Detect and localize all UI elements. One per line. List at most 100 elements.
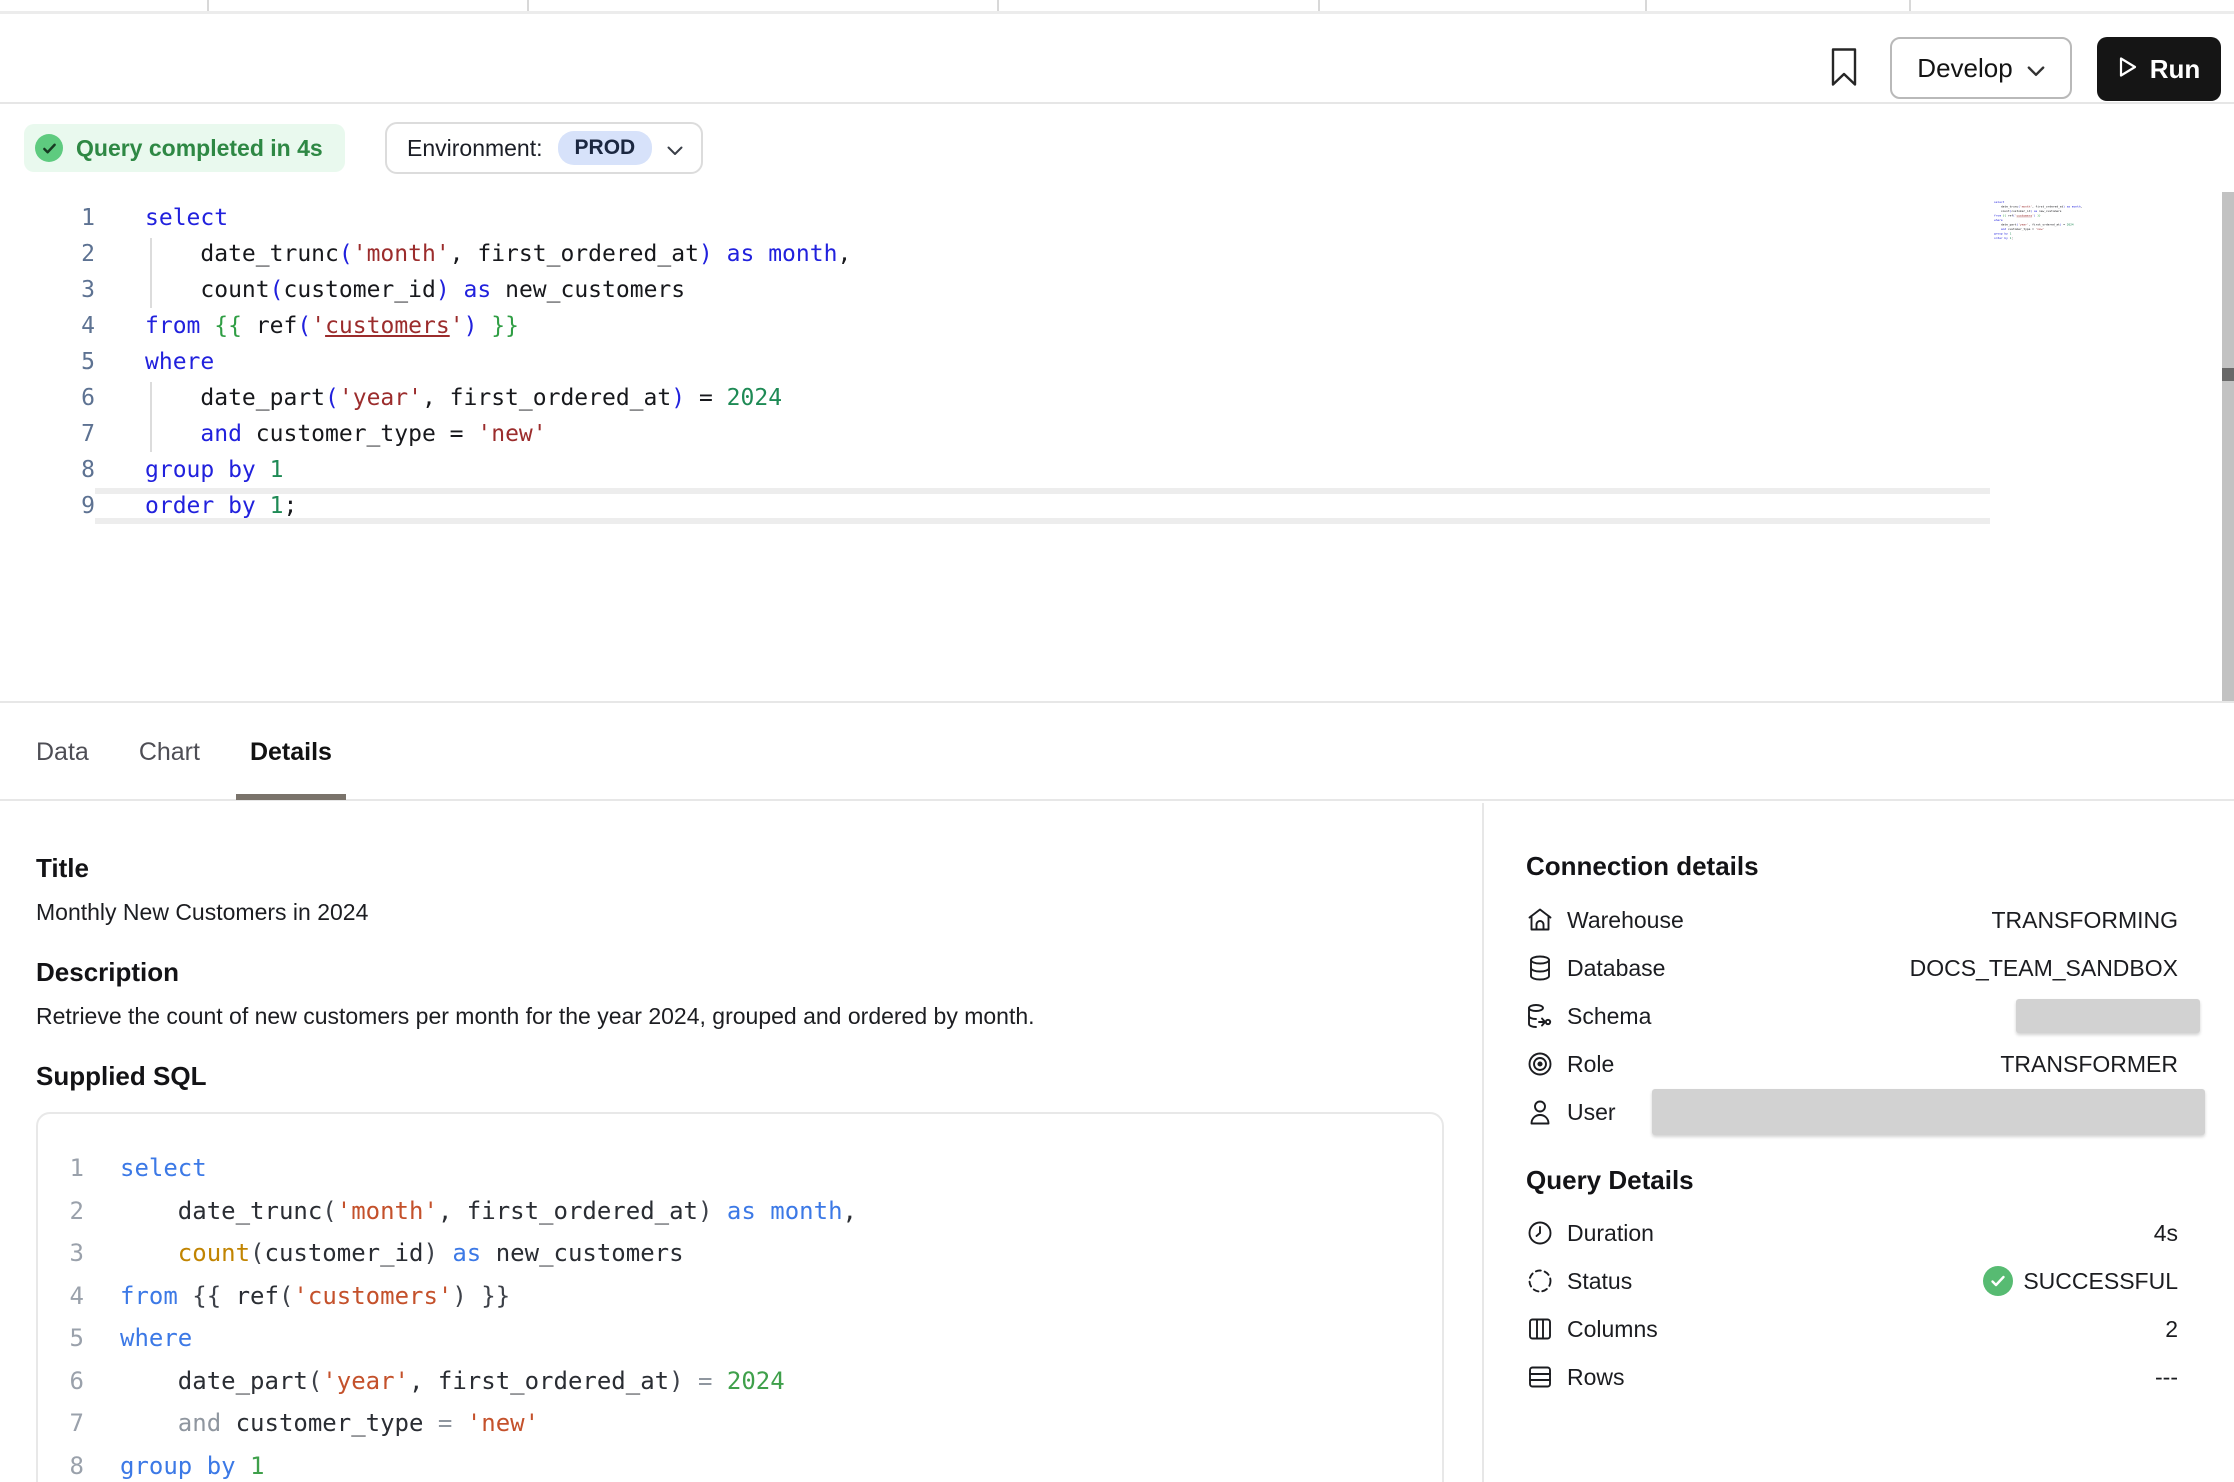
database-icon [1526,954,1554,982]
line-number: 8 [0,452,95,488]
tab-data[interactable]: Data [36,704,89,800]
tab-separator [1909,0,1911,11]
code-line-8[interactable]: 8group by 1 [0,452,1990,488]
detail-row-database: Database DOCS_TEAM_SANDBOX [1526,944,2178,992]
run-button-label: Run [2150,54,2201,85]
description-value: Retrieve the count of new customers per … [36,1000,1035,1032]
detail-value [1652,1089,2178,1135]
detail-row-rows: Rows--- [1526,1353,2178,1401]
line-number: 4 [38,1275,84,1318]
line-number: 2 [0,236,95,272]
code-line-1[interactable]: 1select [0,200,1990,236]
detail-value: SUCCESSFUL [1983,1266,2178,1296]
develop-button-label: Develop [1917,53,2012,84]
scrollbar-marker [2222,368,2234,381]
bookmark-icon[interactable] [1830,47,1858,87]
detail-label: Database [1567,955,1665,982]
detail-row-columns: Columns2 [1526,1305,2178,1353]
line-number: 3 [38,1232,84,1275]
line-number: 7 [38,1402,84,1445]
indent-guide [150,382,152,452]
tab-separator [1318,0,1320,11]
line-number: 8 [38,1445,84,1482]
title-value: Monthly New Customers in 2024 [36,896,368,928]
tab-chart[interactable]: Chart [139,704,200,800]
detail-value: TRANSFORMING [1991,907,2178,934]
detail-value: 4s [2154,1220,2178,1247]
code-line-9: order by 1; [1994,236,2102,241]
code-line-6[interactable]: 6 date_part('year', first_ordered_at) = … [0,380,1990,416]
detail-value: 2 [2165,1316,2178,1343]
supplied-sql-block: 1select2 date_trunc('month', first_order… [36,1112,1444,1482]
play-icon [2118,54,2138,85]
status-icon [1526,1267,1554,1295]
detail-value: TRANSFORMER [2000,1051,2178,1078]
detail-value: --- [2155,1364,2178,1391]
sidebar-divider [1482,803,1484,1482]
tab-separator [527,0,529,11]
code-line-4: 4from {{ ref('customers') }} [38,1275,1442,1318]
run-button[interactable]: Run [2097,37,2221,101]
chevron-down-icon [2027,53,2045,84]
code-line-3: 3 count(customer_id) as new_customers [38,1232,1442,1275]
develop-button[interactable]: Develop [1890,37,2072,99]
code-line-3[interactable]: 3 count(customer_id) as new_customers [0,272,1990,308]
code-line-7[interactable]: 7 and customer_type = 'new' [0,416,1990,452]
line-number: 6 [0,380,95,416]
line-number: 2 [38,1190,84,1233]
detail-row-user: User [1526,1088,2178,1136]
code-line-9[interactable]: 9order by 1; [0,488,1990,524]
columns-icon [1526,1315,1554,1343]
detail-row-status: Status SUCCESSFUL [1526,1257,2178,1305]
code-line-5[interactable]: 5where [0,344,1990,380]
detail-label: Schema [1567,1003,1651,1030]
sql-editor[interactable]: 1select2 date_trunc('month', first_order… [0,200,1990,524]
query-status-badge: Query completed in 4s [24,124,345,172]
line-number: 9 [0,488,95,524]
query-details-heading: Query Details [1526,1164,1694,1196]
detail-label: Role [1567,1051,1614,1078]
tab-separator [997,0,999,11]
code-line-2[interactable]: 2 date_trunc('month', first_ordered_at) … [0,236,1990,272]
line-number: 1 [38,1147,84,1190]
code-line-8: 8group by 1 [38,1445,1442,1482]
success-check-icon [1983,1266,2013,1296]
browser-tab-strip [0,0,2234,14]
warehouse-icon [1526,906,1554,934]
check-circle-icon [35,134,63,162]
indent-guide [150,238,152,308]
clock-icon [1526,1219,1554,1247]
editor-results-divider [0,701,2234,703]
tab-details[interactable]: Details [250,704,332,800]
detail-label: Duration [1567,1220,1654,1247]
tab-separator [1645,0,1647,11]
environment-label: Environment: [407,135,543,162]
line-number: 5 [38,1317,84,1360]
toolbar: Develop Run [0,14,2234,104]
detail-value: DOCS_TEAM_SANDBOX [1910,955,2178,982]
environment-dropdown[interactable]: Environment: PROD [385,122,703,174]
line-number: 7 [0,416,95,452]
schema-icon [1526,1002,1554,1030]
app-window: Develop Run Query completed in 4s Enviro… [0,0,2234,1482]
code-line-4[interactable]: 4from {{ ref('customers') }} [0,308,1990,344]
title-heading: Title [36,851,89,885]
connection-details-heading: Connection details [1526,850,1759,882]
detail-value [2016,999,2178,1033]
line-number: 4 [0,308,95,344]
detail-label: Warehouse [1567,907,1684,934]
code-line-7: 7 and customer_type = 'new' [38,1402,1442,1445]
editor-scrollbar[interactable] [2222,192,2234,702]
supplied-sql-heading: Supplied SQL [36,1059,206,1093]
chevron-down-icon [667,135,683,162]
editor-minimap[interactable]: select date_trunc('month', first_ordered… [1994,200,2102,248]
role-icon [1526,1050,1554,1078]
code-line-6: 6 date_part('year', first_ordered_at) = … [38,1360,1442,1403]
detail-row-warehouse: Warehouse TRANSFORMING [1526,896,2178,944]
minimap-code: select date_trunc('month', first_ordered… [1994,200,2102,241]
user-icon [1526,1098,1554,1126]
line-number: 1 [0,200,95,236]
line-number: 3 [0,272,95,308]
detail-label: Status [1567,1268,1632,1295]
code-line-1: 1select [38,1147,1442,1190]
